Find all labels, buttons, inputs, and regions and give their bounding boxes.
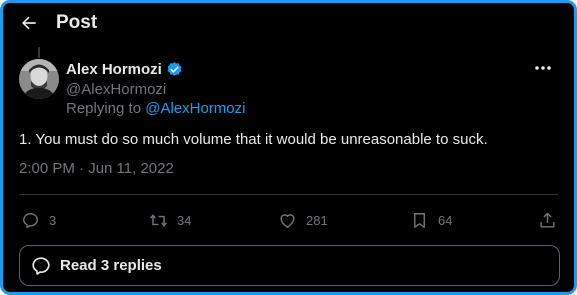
reply-count: 3 — [49, 212, 57, 228]
divider — [19, 194, 558, 195]
header: Post — [3, 3, 574, 43]
tweet-timestamp[interactable]: 2:00 PM · Jun 11, 2022 — [19, 160, 174, 177]
author-display-name[interactable]: Alex Hormozi — [66, 61, 162, 78]
heart-icon — [280, 213, 295, 228]
share-icon — [540, 212, 555, 228]
like-button[interactable]: 281 — [278, 206, 328, 234]
replying-to: Replying to @AlexHormozi — [66, 100, 245, 117]
reply-bubble-icon — [32, 256, 50, 275]
retweet-count: 34 — [177, 212, 192, 228]
replying-to-mention[interactable]: @AlexHormozi — [145, 100, 245, 117]
tweet-text: 1. You must do so much volume that it wo… — [19, 131, 488, 148]
reply-icon — [23, 212, 38, 228]
bookmark-count: 64 — [438, 212, 453, 228]
share-button[interactable] — [538, 206, 557, 234]
thread-line — [38, 47, 40, 58]
read-replies-label: Read 3 replies — [60, 257, 162, 274]
action-bar: 3 34 281 64 — [3, 206, 574, 234]
bookmark-icon — [414, 212, 425, 228]
arrow-left-icon[interactable] — [19, 13, 39, 33]
author-handle[interactable]: @AlexHormozi — [66, 81, 166, 98]
bookmark-button[interactable]: 64 — [410, 206, 452, 234]
verified-badge-icon — [167, 62, 182, 76]
reply-button[interactable]: 3 — [21, 206, 56, 234]
avatar-image — [19, 59, 59, 99]
page-title: Post — [56, 12, 98, 33]
retweet-button[interactable]: 34 — [149, 206, 191, 234]
post-frame: Post Alex Hormozi @AlexHormozi Replying … — [0, 0, 577, 295]
retweet-icon — [150, 213, 167, 227]
replying-to-label: Replying to — [66, 100, 146, 117]
read-replies-button[interactable]: Read 3 replies — [19, 245, 560, 286]
avatar[interactable] — [19, 59, 59, 99]
like-count: 281 — [306, 212, 328, 228]
more-options-icon[interactable] — [534, 61, 552, 75]
author-name-row: Alex Hormozi — [66, 61, 183, 78]
